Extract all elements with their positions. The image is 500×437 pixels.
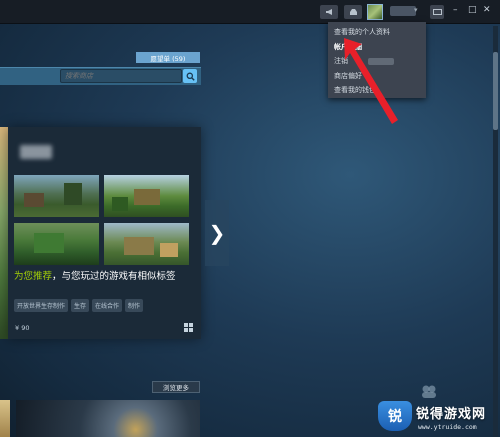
announcements-button[interactable]: [320, 5, 338, 19]
wishlist-button[interactable]: 愿望单 (59): [136, 52, 200, 63]
big-picture-button[interactable]: [430, 5, 444, 19]
recommendation-card[interactable]: 为您推荐，与您玩过的游戏有相似标签 开放世界生存制作 生存 在线合作 制作 ¥ …: [8, 127, 201, 339]
screenshot-2[interactable]: [104, 175, 189, 217]
monitor-icon: [432, 8, 442, 15]
tag-crafting[interactable]: 制作: [125, 299, 144, 312]
previous-capsule-image[interactable]: [0, 127, 8, 339]
watermark-logo: 锐: [378, 401, 412, 431]
avatar[interactable]: [367, 4, 383, 20]
search-icon: [186, 72, 195, 81]
watermark-brand: 锐得游戏网: [416, 407, 487, 422]
screenshot-4[interactable]: [104, 223, 189, 265]
screenshot-3[interactable]: [14, 223, 99, 265]
chevron-down-icon[interactable]: ▾: [414, 6, 418, 14]
game-logo-blurred: [20, 145, 52, 159]
price: ¥ 90: [15, 324, 30, 332]
notifications-button[interactable]: [344, 5, 362, 19]
watermark-url: www.ytruide.com: [418, 423, 477, 431]
recommendation-title: 为您推荐，与您玩过的游戏有相似标签: [14, 271, 196, 283]
scrollbar-thumb[interactable]: [493, 52, 498, 130]
capsule-thumbnail-main[interactable]: [16, 400, 200, 437]
minimize-button[interactable]: –: [453, 5, 458, 15]
red-annotation-arrow: [344, 38, 398, 124]
maximize-button[interactable]: □: [468, 5, 477, 15]
inbox-icon: [349, 9, 357, 15]
tag-open-world-survival-craft[interactable]: 开放世界生存制作: [14, 299, 69, 312]
screenshot-1[interactable]: [14, 175, 99, 217]
account-name-blurred[interactable]: [390, 6, 416, 16]
browse-more-button[interactable]: 浏览更多: [152, 381, 200, 393]
recommendation-title-rest: ，与您玩过的游戏有相似标签: [52, 271, 176, 282]
search-input[interactable]: [60, 69, 182, 83]
close-button[interactable]: ✕: [483, 5, 491, 15]
carousel-next-button[interactable]: ❯: [205, 200, 229, 266]
tag-online-coop[interactable]: 在线合作: [92, 299, 123, 312]
title-bar: ▾ – □ ✕: [0, 0, 500, 24]
megaphone-icon: [325, 9, 332, 15]
friends-icon[interactable]: [420, 384, 438, 398]
site-watermark: 锐 锐得游戏网 www.ytruide.com: [378, 398, 498, 437]
tag-list: 开放世界生存制作 生存 在线合作 制作: [14, 299, 144, 312]
recommendation-highlight: 为您推荐: [14, 271, 53, 282]
windows-icon: [184, 323, 193, 332]
search-button[interactable]: [183, 69, 197, 83]
tag-survival[interactable]: 生存: [71, 299, 90, 312]
capsule-thumbnail-left[interactable]: [0, 400, 10, 437]
